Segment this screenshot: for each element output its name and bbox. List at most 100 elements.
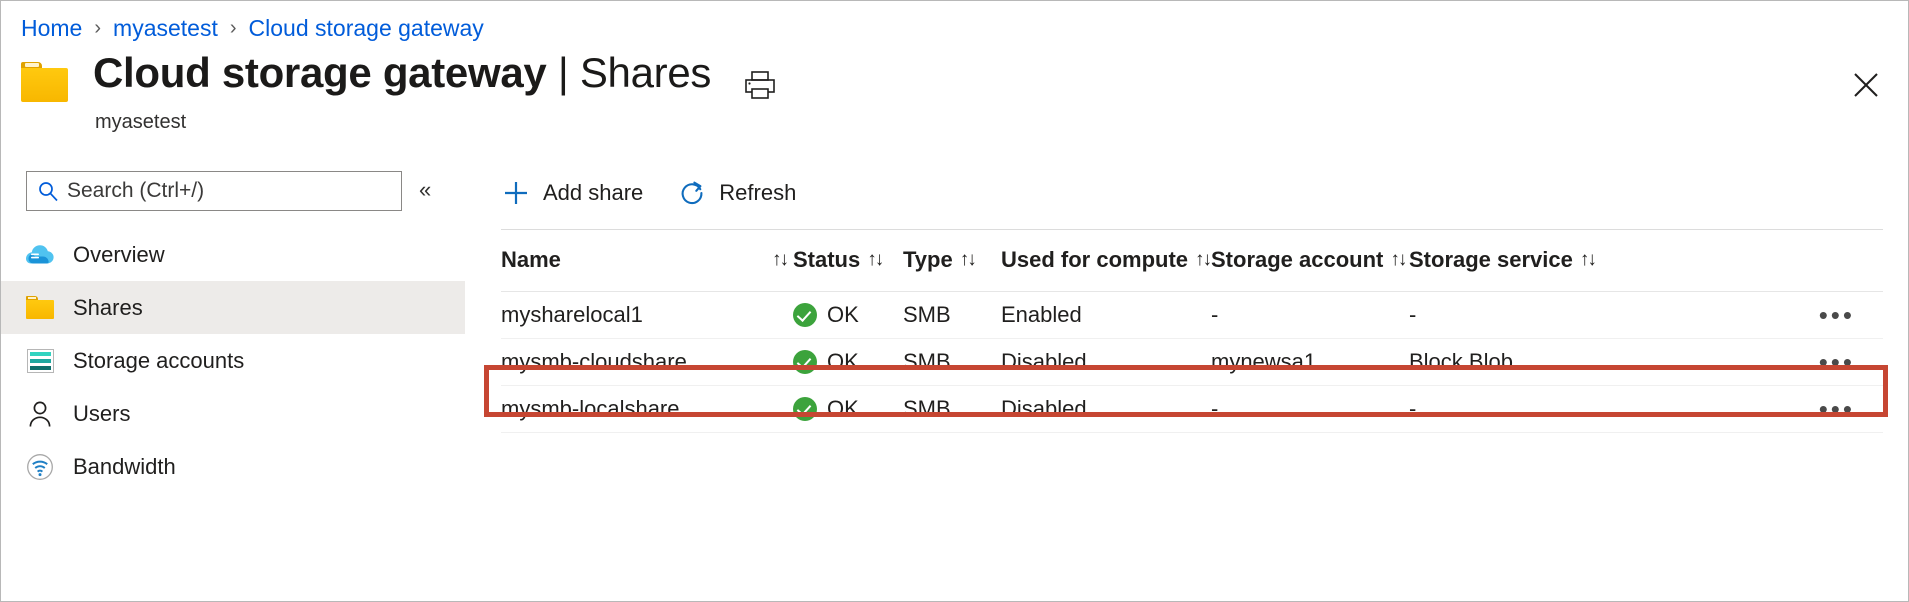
table-row[interactable]: mysmb-localshare OK SMB Disabled - - ••• — [501, 386, 1883, 433]
bandwidth-icon — [25, 452, 55, 482]
sidebar-item-shares[interactable]: Shares — [1, 281, 465, 334]
cell-used-for-compute: Enabled — [1001, 302, 1211, 328]
success-check-icon — [793, 350, 817, 374]
sidebar-nav: Overview Shares Storage accounts — [1, 228, 465, 493]
column-header-label: Type — [903, 247, 953, 273]
column-header-status[interactable]: Status ↑↓ — [793, 247, 903, 273]
cell-status: OK — [793, 396, 903, 422]
page-subtitle: myasetest — [95, 111, 186, 134]
column-header-storage-account[interactable]: Storage account ↑↓ — [1211, 247, 1409, 273]
refresh-label: Refresh — [719, 180, 796, 206]
column-header-label: Used for compute — [1001, 247, 1188, 273]
sidebar-item-label: Storage accounts — [73, 348, 244, 374]
cell-storage-account: - — [1211, 396, 1409, 422]
cell-type: SMB — [903, 396, 1001, 422]
cell-storage-account: mynewsa1 — [1211, 349, 1409, 375]
column-header-type[interactable]: Type ↑↓ — [903, 247, 1001, 273]
cell-name[interactable]: mysmb-localshare — [501, 396, 793, 422]
close-icon-svg — [1848, 67, 1884, 103]
page-title: Cloud storage gateway | Shares — [93, 49, 711, 97]
cell-actions: ••• — [1624, 302, 1883, 328]
collapse-sidebar-icon[interactable]: « — [419, 179, 431, 201]
cell-storage-service: - — [1409, 396, 1624, 422]
cell-actions: ••• — [1624, 349, 1883, 375]
breadcrumb-separator-icon: › — [94, 18, 101, 38]
folder-icon — [25, 293, 55, 323]
sidebar-item-storage-accounts[interactable]: Storage accounts — [1, 334, 465, 387]
sidebar-item-overview[interactable]: Overview — [1, 228, 465, 281]
status-text: OK — [827, 302, 859, 328]
success-check-icon — [793, 397, 817, 421]
plus-icon-svg — [502, 179, 530, 207]
cell-storage-service: - — [1409, 302, 1624, 328]
row-context-menu-icon[interactable]: ••• — [1819, 396, 1855, 422]
print-icon-svg — [743, 69, 777, 101]
cell-storage-service: Block Blob — [1409, 349, 1624, 375]
shares-table: Name ↑↓ Status ↑↓ Type ↑↓ Used for compu… — [501, 229, 1883, 433]
refresh-button[interactable]: Refresh — [677, 178, 796, 208]
cell-status: OK — [793, 302, 903, 328]
print-icon[interactable] — [743, 69, 777, 101]
column-header-label: Status — [793, 247, 860, 273]
table-row[interactable]: mysmb-cloudshare OK SMB Disabled mynewsa… — [501, 339, 1883, 386]
sidebar-item-label: Overview — [73, 242, 165, 268]
row-context-menu-icon[interactable]: ••• — [1819, 349, 1855, 375]
cell-status: OK — [793, 349, 903, 375]
storage-account-icon — [25, 346, 55, 376]
sidebar-item-bandwidth[interactable]: Bandwidth — [1, 440, 465, 493]
column-header-label: Storage service — [1409, 247, 1573, 273]
cell-name[interactable]: mysharelocal1 — [501, 302, 793, 328]
command-bar: Add share Refresh — [501, 167, 830, 219]
close-icon[interactable] — [1848, 67, 1884, 103]
column-header-storage-service[interactable]: Storage service ↑↓ — [1409, 247, 1624, 273]
status-text: OK — [827, 396, 859, 422]
row-context-menu-icon[interactable]: ••• — [1819, 302, 1855, 328]
cell-type: SMB — [903, 349, 1001, 375]
sort-icon[interactable]: ↑↓ — [960, 249, 975, 271]
cell-storage-account: - — [1211, 302, 1409, 328]
column-header-label: Name — [501, 247, 561, 273]
user-icon-svg — [27, 400, 53, 428]
sidebar-item-label: Shares — [73, 295, 143, 321]
cell-type: SMB — [903, 302, 1001, 328]
breadcrumb-separator-icon: › — [230, 18, 237, 38]
sort-icon[interactable]: ↑↓ — [1580, 249, 1595, 271]
sort-icon[interactable]: ↑↓ — [772, 249, 787, 271]
bandwidth-icon-svg — [26, 453, 54, 481]
refresh-icon — [677, 178, 707, 208]
page-title-resource: Cloud storage gateway — [93, 49, 546, 96]
cloud-icon-svg — [25, 244, 55, 266]
refresh-icon-svg — [678, 179, 706, 207]
page-title-separator: | — [558, 49, 569, 96]
sidebar-item-label: Users — [73, 401, 130, 427]
search-box[interactable] — [26, 171, 402, 211]
search-icon — [37, 180, 59, 202]
breadcrumb-item-myasetest[interactable]: myasetest — [113, 15, 218, 42]
cell-used-for-compute: Disabled — [1001, 349, 1211, 375]
table-header-row: Name ↑↓ Status ↑↓ Type ↑↓ Used for compu… — [501, 229, 1883, 292]
user-icon — [25, 399, 55, 429]
column-header-name[interactable]: Name ↑↓ — [501, 247, 793, 273]
cell-actions: ••• — [1624, 396, 1883, 422]
cell-used-for-compute: Disabled — [1001, 396, 1211, 422]
cell-name[interactable]: mysmb-cloudshare — [501, 349, 793, 375]
table-row[interactable]: mysharelocal1 OK SMB Enabled - - ••• — [501, 292, 1883, 339]
breadcrumb-item-cloud-storage-gateway[interactable]: Cloud storage gateway — [249, 15, 484, 42]
search-input[interactable] — [67, 179, 377, 203]
column-header-used-for-compute[interactable]: Used for compute ↑↓ — [1001, 247, 1211, 273]
status-text: OK — [827, 349, 859, 375]
page-title-section: Shares — [580, 49, 711, 96]
table-body: mysharelocal1 OK SMB Enabled - - ••• mys… — [501, 292, 1883, 433]
add-share-label: Add share — [543, 180, 643, 206]
sidebar-item-label: Bandwidth — [73, 454, 176, 480]
plus-icon — [501, 178, 531, 208]
success-check-icon — [793, 303, 817, 327]
breadcrumb-item-home[interactable]: Home — [21, 15, 82, 42]
add-share-button[interactable]: Add share — [501, 178, 643, 208]
folder-icon — [21, 62, 68, 102]
azure-portal-shares-blade: Home › myasetest › Cloud storage gateway… — [0, 0, 1909, 602]
sort-icon[interactable]: ↑↓ — [1390, 249, 1405, 271]
sort-icon[interactable]: ↑↓ — [867, 249, 882, 271]
sidebar-item-users[interactable]: Users — [1, 387, 465, 440]
sort-icon[interactable]: ↑↓ — [1195, 249, 1210, 271]
